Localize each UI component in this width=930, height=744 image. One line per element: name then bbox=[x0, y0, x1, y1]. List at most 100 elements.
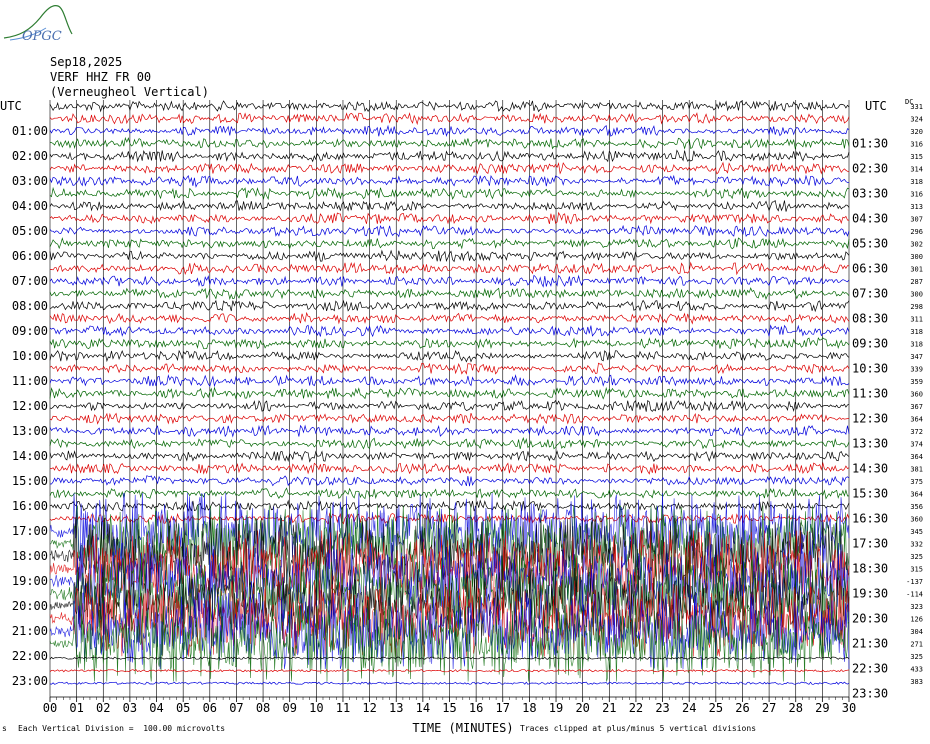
hour-label-right: 09:30 bbox=[852, 337, 888, 351]
hour-label-right: 06:30 bbox=[852, 262, 888, 276]
x-tick-label: 26 bbox=[735, 701, 749, 715]
trace-offset-label: 318 bbox=[910, 178, 923, 186]
trace-offset-label: 320 bbox=[910, 128, 923, 136]
x-tick-label: 14 bbox=[416, 701, 430, 715]
hour-label-right: 10:30 bbox=[852, 362, 888, 376]
trace-offset-label: 347 bbox=[910, 353, 923, 361]
hour-label-right: 19:30 bbox=[852, 587, 888, 601]
trace-offset-label: 302 bbox=[910, 241, 923, 249]
trace-offset-label: 345 bbox=[910, 528, 923, 536]
hour-label-left: 23:00 bbox=[12, 674, 48, 688]
hour-label-left: 04:00 bbox=[12, 199, 48, 213]
trace-offset-label: 298 bbox=[910, 303, 923, 311]
x-tick-label: 04 bbox=[149, 701, 163, 715]
hour-label-right: 13:30 bbox=[852, 437, 888, 451]
x-tick-label: 13 bbox=[389, 701, 403, 715]
x-tick-label: 10 bbox=[309, 701, 323, 715]
hour-label-left: 12:00 bbox=[12, 399, 48, 413]
trace-offset-label: 332 bbox=[910, 541, 923, 549]
trace-offset-label: 383 bbox=[910, 678, 923, 686]
trace-offset-label: -114 bbox=[906, 591, 923, 599]
x-tick-label: 17 bbox=[496, 701, 510, 715]
trace-offset-label: 304 bbox=[910, 628, 923, 636]
x-tick-label: 11 bbox=[336, 701, 350, 715]
hour-label-right: 15:30 bbox=[852, 487, 888, 501]
trace-offset-label: 301 bbox=[910, 266, 923, 274]
hour-label-right: 17:30 bbox=[852, 537, 888, 551]
trace-offset-label: 433 bbox=[910, 666, 923, 674]
trace-offset-label: 381 bbox=[910, 466, 923, 474]
hour-label-left: 20:00 bbox=[12, 599, 48, 613]
trace-offset-label: 314 bbox=[910, 166, 923, 174]
trace-offset-label: 360 bbox=[910, 516, 923, 524]
trace-offset-label: 300 bbox=[910, 253, 923, 261]
x-tick-label: 21 bbox=[602, 701, 616, 715]
hour-label-right: 01:30 bbox=[852, 137, 888, 151]
hour-label-left: 02:00 bbox=[12, 149, 48, 163]
x-tick-label: 01 bbox=[69, 701, 83, 715]
trace-offset-label: 364 bbox=[910, 416, 923, 424]
x-tick-label: 12 bbox=[362, 701, 376, 715]
trace-offset-label: 318 bbox=[910, 328, 923, 336]
hour-label-left: 03:00 bbox=[12, 174, 48, 188]
hour-label-right: 14:30 bbox=[852, 462, 888, 476]
trace-offset-label: 126 bbox=[910, 616, 923, 624]
x-tick-label: 15 bbox=[442, 701, 456, 715]
hour-label-left: 21:00 bbox=[12, 624, 48, 638]
x-tick-label: 00 bbox=[43, 701, 57, 715]
trace-offset-label: 372 bbox=[910, 428, 923, 436]
hour-label-right: 03:30 bbox=[852, 187, 888, 201]
hour-label-right: 23:30 bbox=[852, 687, 888, 701]
utc-right-label: UTC bbox=[865, 99, 887, 113]
trace-offset-label: 311 bbox=[910, 316, 923, 324]
hour-label-left: 08:00 bbox=[12, 299, 48, 313]
trace-offset-label: 271 bbox=[910, 641, 923, 649]
trace-offset-label: 325 bbox=[910, 653, 923, 661]
trace-offset-label: 356 bbox=[910, 503, 923, 511]
trace-offset-label: -137 bbox=[906, 578, 923, 586]
hour-label-right: 20:30 bbox=[852, 612, 888, 626]
x-tick-label: 07 bbox=[229, 701, 243, 715]
division-note: Each Vertical Division = 100.00 microvol… bbox=[18, 724, 226, 733]
trace-offset-label: 315 bbox=[910, 153, 923, 161]
hour-label-left: 19:00 bbox=[12, 574, 48, 588]
x-tick-label: 16 bbox=[469, 701, 483, 715]
trace-offset-label: 339 bbox=[910, 366, 923, 374]
hour-label-left: 10:00 bbox=[12, 349, 48, 363]
hour-label-left: 14:00 bbox=[12, 449, 48, 463]
x-tick-label: 22 bbox=[629, 701, 643, 715]
hour-label-right: 12:30 bbox=[852, 412, 888, 426]
trace-offset-label: 375 bbox=[910, 478, 923, 486]
x-tick-label: 19 bbox=[549, 701, 563, 715]
x-tick-label: 08 bbox=[256, 701, 270, 715]
trace-offset-label: 300 bbox=[910, 291, 923, 299]
hour-label-left: 17:00 bbox=[12, 524, 48, 538]
x-tick-label: 09 bbox=[282, 701, 296, 715]
trace-offset-label: 364 bbox=[910, 453, 923, 461]
hour-label-right: 18:30 bbox=[852, 562, 888, 576]
hour-label-right: 21:30 bbox=[852, 637, 888, 651]
trace-offset-label: 359 bbox=[910, 378, 923, 386]
trace-offset-label: 316 bbox=[910, 141, 923, 149]
hour-label-right: 16:30 bbox=[852, 512, 888, 526]
trace-offset-label: 318 bbox=[910, 341, 923, 349]
x-axis-title: TIME (MINUTES) bbox=[412, 721, 513, 735]
footer-mark: s bbox=[2, 724, 7, 733]
hour-label-left: 15:00 bbox=[12, 474, 48, 488]
hour-label-right: 04:30 bbox=[852, 212, 888, 226]
hour-label-left: 22:00 bbox=[12, 649, 48, 663]
hour-label-left: 07:00 bbox=[12, 274, 48, 288]
hour-label-right: 05:30 bbox=[852, 237, 888, 251]
trace-offset-label: 313 bbox=[910, 203, 923, 211]
hour-label-left: 16:00 bbox=[12, 499, 48, 513]
trace-offset-label: 324 bbox=[910, 116, 923, 124]
hour-label-right: 11:30 bbox=[852, 387, 888, 401]
hour-label-left: 11:00 bbox=[12, 374, 48, 388]
trace-offset-label: 364 bbox=[910, 491, 923, 499]
trace-offset-label: 323 bbox=[910, 603, 923, 611]
trace-offset-label: 315 bbox=[910, 566, 923, 574]
trace-offset-label: 287 bbox=[910, 278, 923, 286]
x-tick-label: 05 bbox=[176, 701, 190, 715]
seismogram-plot: 00 01 02 03 04 05 06 07 08 09 10 11 12 13 14 15 16 17 18 19… bbox=[0, 98, 923, 735]
x-tick-label: 20 bbox=[575, 701, 589, 715]
